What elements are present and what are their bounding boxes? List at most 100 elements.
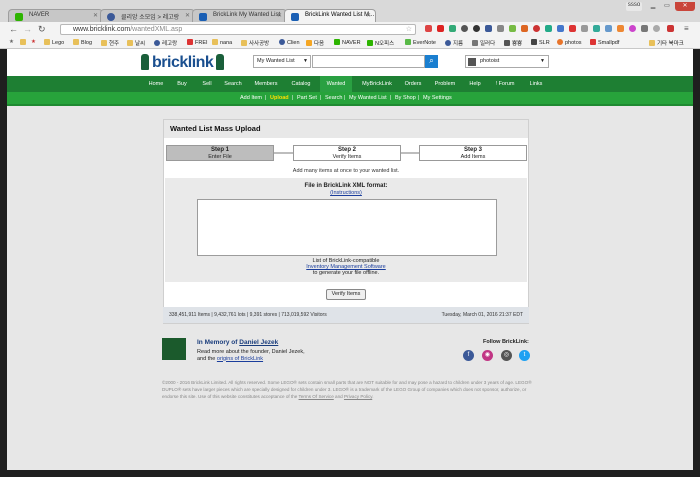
naver-favicon-icon [15, 13, 23, 21]
browser-tab-mass-upload[interactable]: BrickLink Wanted List M... ✕ [284, 9, 376, 22]
bookmark-naver[interactable]: NAVER [334, 39, 361, 46]
bookmark-jireum[interactable]: 지름 [445, 39, 463, 47]
ext-icon[interactable] [545, 25, 552, 32]
bookmark-photos[interactable]: photos [557, 39, 582, 46]
instructions-link[interactable]: (Instructions) [165, 190, 527, 196]
close-tab-icon[interactable]: ✕ [93, 12, 98, 19]
apps-icon[interactable]: ★ [9, 39, 14, 45]
bookmark-smallpdf[interactable]: Smallpdf [590, 39, 619, 46]
nav-forum[interactable]: ! Forum [491, 76, 519, 92]
ext-icon[interactable] [629, 25, 636, 32]
nav-orders[interactable]: Orders [401, 76, 425, 92]
nav-home[interactable]: Home [145, 76, 167, 92]
subnav-my-wanted-list[interactable]: My Wanted List [349, 92, 387, 105]
close-tab-icon[interactable]: ✕ [185, 12, 190, 19]
bookmark-daum[interactable]: 다음 [306, 39, 324, 47]
ext-icon[interactable] [509, 25, 516, 32]
bookmark-sasa[interactable]: 사사공방 [241, 39, 269, 47]
facebook-icon[interactable]: f [463, 350, 474, 361]
bookmark-ppong[interactable]: 뿅뿅 [504, 39, 522, 47]
bookmark-clien[interactable]: Clien [279, 39, 300, 46]
ext-icon[interactable] [641, 25, 648, 32]
ext-icon[interactable] [581, 25, 588, 32]
bookmark-star-icon[interactable]: ★ [31, 39, 36, 45]
ext-icon[interactable] [449, 25, 456, 32]
nav-buy[interactable]: Buy [171, 76, 193, 92]
nav-help[interactable]: Help [465, 76, 485, 92]
ext-icon[interactable] [667, 25, 674, 32]
privacy-policy-link[interactable]: Privacy Policy [344, 394, 372, 399]
drive-ext-icon[interactable] [593, 25, 600, 32]
ext-icon[interactable] [653, 25, 660, 32]
ext-icon[interactable] [533, 25, 540, 32]
search-button[interactable]: ⌕ [425, 55, 438, 68]
facebook-ext-icon[interactable] [485, 25, 492, 32]
subnav-upload[interactable]: Upload [270, 92, 289, 105]
back-icon[interactable]: ← [9, 24, 18, 34]
user-menu[interactable]: photoist ▼ [465, 55, 549, 68]
nav-links[interactable]: Links [524, 76, 548, 92]
subnav-add-item[interactable]: Add Item [240, 92, 262, 105]
subnav-part-set[interactable]: Part Set [297, 92, 317, 105]
subnav-by-shop[interactable]: By Shop [395, 92, 416, 105]
forward-icon[interactable]: → [23, 24, 32, 34]
origins-link[interactable]: origins of BrickLink [217, 356, 263, 362]
maximize-button[interactable]: ▭ [661, 2, 673, 11]
bookmark-nana[interactable]: nana [212, 39, 232, 46]
nav-wanted[interactable]: Wanted [320, 76, 352, 92]
instagram-icon[interactable]: ◉ [482, 350, 493, 361]
nav-search[interactable]: Search [221, 76, 245, 92]
minimize-button[interactable]: ▁ [647, 2, 659, 11]
ext-icon[interactable] [437, 25, 444, 32]
subnav-my-settings[interactable]: My Settings [423, 92, 452, 105]
twitter-icon[interactable]: t [519, 350, 530, 361]
search-scope-select[interactable]: My Wanted List ▼ [253, 55, 311, 68]
terms-of-service-link[interactable]: Terms Of Service [299, 394, 334, 399]
gmail-ext-icon[interactable] [425, 25, 432, 32]
bookmark-legorang[interactable]: 레고랑 [154, 39, 177, 47]
bookmark-blog[interactable]: Blog [73, 39, 92, 46]
step-1: Step 1 Enter File [166, 145, 274, 161]
browser-tab-wanted-list[interactable]: BrickLink My Wanted List ✕ [192, 9, 287, 22]
close-tab-icon[interactable]: ✕ [277, 12, 282, 19]
nav-members[interactable]: Members [252, 76, 280, 92]
bookmark-frei[interactable]: FREI [187, 39, 208, 46]
verify-items-button[interactable]: Verify Items [326, 289, 366, 300]
bookmark-hyunju[interactable]: 현주 [101, 39, 119, 47]
search-input[interactable] [312, 55, 425, 68]
ext-icon[interactable] [497, 25, 504, 32]
menu-icon[interactable]: ≡ [684, 24, 689, 34]
bookmark-lego[interactable]: Lego [44, 39, 64, 46]
daniel-jezek-link[interactable]: Daniel Jezek [239, 339, 278, 346]
bookmark-weather[interactable]: 날씨 [127, 39, 145, 47]
bookmark-folder-icon[interactable] [20, 39, 28, 46]
nav-problem[interactable]: Problem [431, 76, 459, 92]
subnav-search[interactable]: Search [325, 92, 342, 105]
share-ext-icon[interactable] [461, 25, 468, 32]
xml-textarea[interactable] [197, 199, 497, 256]
bookmark-illustration[interactable]: 일러다 [472, 39, 495, 47]
browser-tab-clien[interactable]: 클리앙 소모임 > 레고랑 ✕ [100, 9, 195, 22]
ext-icon[interactable] [605, 25, 612, 32]
ext-icon[interactable] [569, 25, 576, 32]
bookmark-noffice[interactable]: N오피스 [367, 39, 394, 47]
bookmark-other[interactable]: 기타 북마크 [649, 39, 684, 47]
address-bar[interactable]: www.bricklink.com/wantedXML.asp ☆ [60, 24, 416, 35]
nav-sell[interactable]: Sell [196, 76, 218, 92]
ext-icon[interactable] [557, 25, 564, 32]
star-bookmark-icon[interactable]: ☆ [406, 25, 412, 34]
close-tab-icon[interactable]: ✕ [366, 12, 371, 19]
bookmark-evernote[interactable]: EverNote [405, 39, 436, 46]
nav-mybricklink[interactable]: MyBrickLink [358, 76, 396, 92]
browser-tab-naver[interactable]: NAVER ✕ [8, 9, 103, 22]
ext-icon[interactable] [473, 25, 480, 32]
close-window-button[interactable]: ✕ [675, 2, 695, 11]
ext-icon[interactable] [521, 25, 528, 32]
camera-icon[interactable]: ◎ [501, 350, 512, 361]
chevron-down-icon: ▼ [303, 58, 308, 64]
bookmark-slr[interactable]: SLR [531, 39, 550, 46]
ext-icon[interactable] [617, 25, 624, 32]
reload-icon[interactable]: ↻ [38, 24, 46, 34]
nav-catalog[interactable]: Catalog [287, 76, 315, 92]
bricklink-logo[interactable]: bricklink [141, 54, 225, 72]
